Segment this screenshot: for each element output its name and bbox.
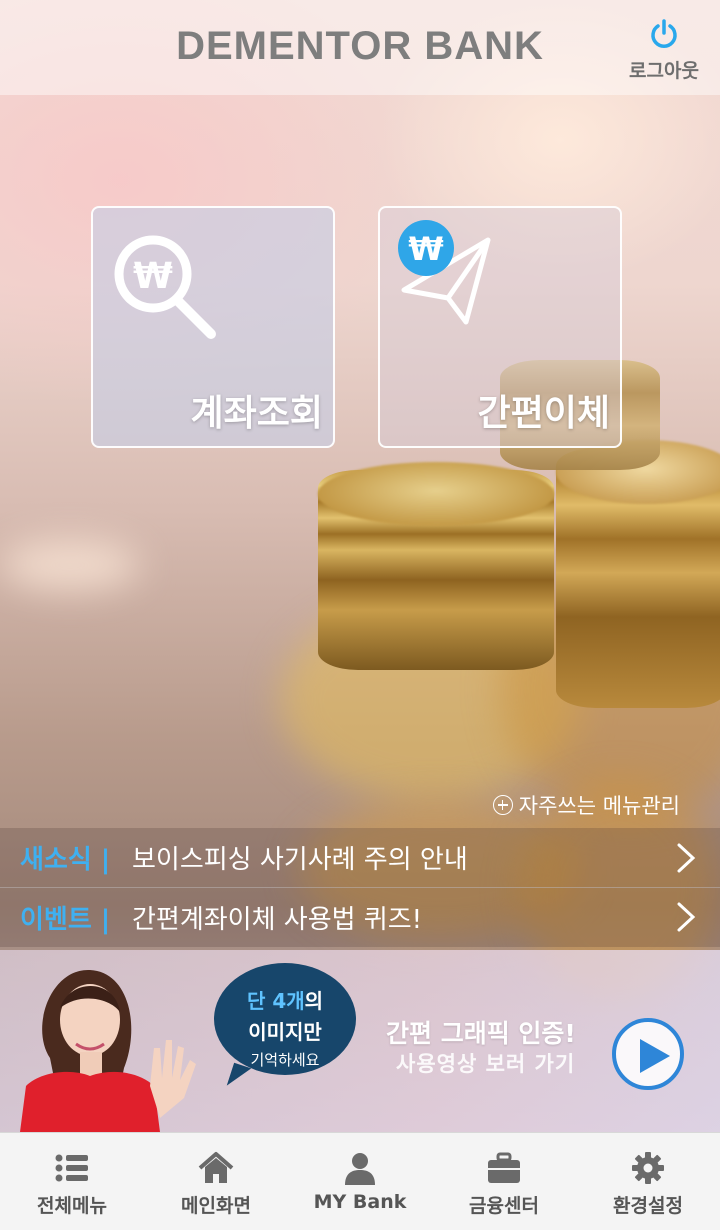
nav-label: 환경설정: [613, 1195, 683, 1217]
bubble-line1-suffix: 의: [304, 989, 324, 1013]
frequent-menu-manage-link[interactable]: 자주쓰는 메뉴관리: [492, 790, 680, 820]
app-title: DEMENTOR BANK: [176, 24, 544, 68]
plus-circle-icon: [492, 795, 513, 815]
nav-label: MY Bank: [313, 1191, 407, 1213]
chevron-right-icon: [677, 902, 696, 932]
banner-title: 간편 그래픽 인증!: [386, 1019, 576, 1048]
graphic-auth-banner[interactable]: 단 4개의 이미지만 기억하세요 간편 그래픽 인증! 사용영상 보러 가기: [0, 950, 720, 1132]
nav-label: 전체메뉴: [37, 1195, 107, 1217]
list-icon: [55, 1154, 88, 1182]
frequent-menu-label: 자주쓰는 메뉴관리: [518, 794, 680, 818]
quick-transfer-tile[interactable]: ₩ 간편이체: [378, 206, 622, 448]
won-search-icon: ₩: [114, 235, 216, 339]
nav-item-home[interactable]: 메인화면: [144, 1133, 288, 1230]
bubble-line2: 이미지만: [248, 1020, 322, 1044]
account-inquiry-label: 계좌조회: [190, 393, 323, 434]
bubble-highlight: 단 4개: [246, 989, 305, 1013]
briefcase-icon: [488, 1152, 520, 1183]
home-icon: [198, 1152, 234, 1183]
model-photo: [20, 969, 196, 1132]
play-button-icon[interactable]: [612, 1018, 684, 1090]
power-icon: [651, 19, 677, 48]
account-inquiry-tile[interactable]: ₩ 계좌조회: [91, 206, 335, 448]
nav-item-finance-center[interactable]: 금융센터: [432, 1133, 576, 1230]
banner-subtitle: 사용영상 보러 가기: [396, 1052, 576, 1076]
chevron-right-icon: [677, 843, 696, 873]
svg-text:₩: ₩: [133, 256, 173, 297]
gear-icon: [632, 1152, 664, 1184]
bottom-nav: 전체메뉴 메인화면 MY Bank 금융센터 환경설정: [0, 1132, 720, 1230]
news-tag: 새소식 |: [20, 845, 111, 875]
bubble-line3: 기억하세요: [250, 1051, 320, 1069]
quick-transfer-label: 간편이체: [477, 393, 610, 434]
event-text: 간편계좌이체 사용법 퀴즈!: [132, 904, 423, 935]
event-tag: 이벤트 |: [20, 904, 111, 935]
news-text: 보이스피싱 사기사례 주의 안내: [132, 845, 468, 875]
logout-label: 로그아웃: [629, 60, 699, 82]
nav-item-settings[interactable]: 환경설정: [576, 1133, 720, 1230]
app-header: DEMENTOR BANK 로그아웃: [0, 0, 720, 95]
svg-text:₩: ₩: [408, 230, 443, 268]
speech-bubble: 단 4개의 이미지만 기억하세요: [214, 963, 356, 1075]
news-row[interactable]: 새소식 | 보이스피싱 사기사례 주의 안내: [0, 828, 720, 888]
nav-item-all-menu[interactable]: 전체메뉴: [0, 1133, 144, 1230]
user-icon: [345, 1153, 375, 1185]
nav-label: 금융센터: [469, 1195, 539, 1217]
nav-label: 메인화면: [181, 1195, 251, 1217]
won-paper-plane-icon: ₩: [398, 220, 491, 325]
logout-button[interactable]: 로그아웃: [622, 14, 706, 82]
event-row[interactable]: 이벤트 | 간편계좌이체 사용법 퀴즈!: [0, 887, 720, 947]
nav-item-my-bank[interactable]: MY Bank: [288, 1133, 432, 1230]
